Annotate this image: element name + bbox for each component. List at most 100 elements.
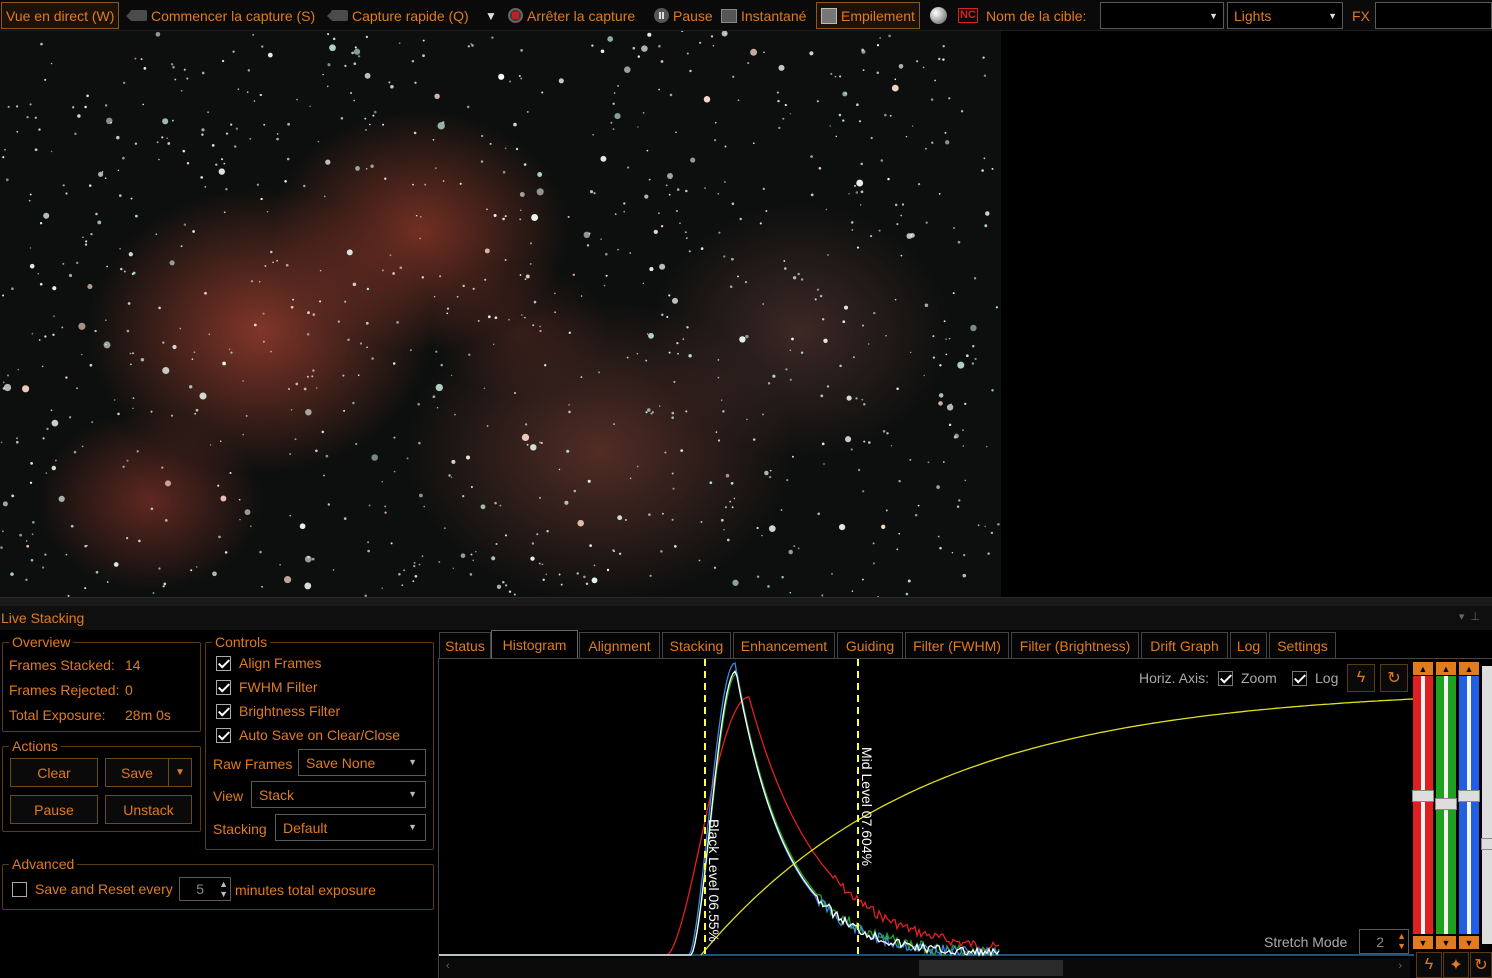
pin-icon[interactable]: ⊥ bbox=[1470, 611, 1486, 623]
scrollbar-thumb[interactable] bbox=[919, 960, 1063, 976]
tab-enhancement[interactable]: Enhancement bbox=[733, 632, 835, 658]
star bbox=[627, 166, 630, 169]
red-slider-thumb[interactable] bbox=[1412, 790, 1434, 802]
unstack-button[interactable]: Unstack bbox=[105, 795, 192, 824]
green-up-button[interactable]: ▲ bbox=[1436, 662, 1456, 675]
star bbox=[412, 183, 414, 186]
blue-slider-thumb[interactable] bbox=[1458, 790, 1480, 802]
tab-histogram[interactable]: Histogram bbox=[491, 630, 578, 659]
spinner-arrows-icon[interactable]: ▲ ▼ bbox=[1397, 931, 1406, 951]
scroll-left-icon[interactable]: ‹ bbox=[446, 960, 450, 972]
blue-slider[interactable] bbox=[1458, 676, 1480, 934]
star bbox=[84, 587, 87, 590]
scroll-right-icon[interactable]: › bbox=[1398, 960, 1402, 972]
star bbox=[876, 44, 880, 47]
view-mode-button[interactable] bbox=[930, 0, 951, 31]
spinner-arrows-icon[interactable]: ▲ ▼ bbox=[219, 879, 228, 899]
star bbox=[879, 36, 882, 39]
tab-guiding[interactable]: Guiding bbox=[837, 632, 903, 658]
pause-stacking-button[interactable]: Pause bbox=[10, 795, 98, 824]
zoom-checkbox[interactable]: Zoom bbox=[1218, 670, 1277, 686]
star bbox=[259, 550, 262, 554]
view-select[interactable]: Stack ▼ bbox=[251, 781, 426, 808]
tab-filter-brightness[interactable]: Filter (Brightness) bbox=[1011, 632, 1139, 658]
stop-capture-button[interactable]: Arrêter la capture bbox=[508, 0, 635, 31]
start-capture-button[interactable]: Commencer la capture (S) bbox=[126, 0, 315, 31]
star bbox=[409, 349, 412, 352]
star bbox=[533, 300, 537, 304]
quick-capture-button[interactable]: Capture rapide (Q) bbox=[327, 0, 469, 31]
image-viewer[interactable] bbox=[0, 31, 1001, 597]
star bbox=[65, 376, 68, 379]
stacking-mode-select[interactable]: Default ▼ bbox=[275, 814, 426, 841]
star bbox=[161, 466, 164, 469]
target-name-combo[interactable]: ▼ bbox=[1100, 2, 1224, 29]
blue-up-button[interactable]: ▲ bbox=[1459, 662, 1479, 675]
live-view-button[interactable]: Vue en direct (W) bbox=[1, 2, 120, 29]
nc-button[interactable]: NC bbox=[958, 0, 978, 31]
star bbox=[389, 254, 392, 257]
star-level-button[interactable]: ✦ bbox=[1443, 952, 1469, 978]
stretch-mode-spinbox[interactable]: 2 ▲ ▼ bbox=[1359, 929, 1409, 954]
save-reset-checkbox[interactable]: Save and Reset every bbox=[12, 881, 173, 897]
fx-input[interactable] bbox=[1375, 2, 1492, 29]
dropdown-icon[interactable]: ▾ bbox=[1459, 611, 1471, 623]
red-up-button[interactable]: ▲ bbox=[1413, 662, 1433, 675]
luminance-slider[interactable] bbox=[1481, 666, 1492, 944]
histogram-chart[interactable]: Black Level 06.55% Mid Level 07.604% bbox=[439, 659, 1492, 978]
histogram-scrollbar[interactable]: ‹ › bbox=[440, 958, 1410, 978]
tab-settings[interactable]: Settings bbox=[1269, 632, 1336, 658]
star bbox=[780, 509, 783, 511]
tab-status[interactable]: Status bbox=[439, 632, 491, 658]
brightness-filter-checkbox[interactable]: Brightness Filter bbox=[216, 703, 340, 719]
pause-button[interactable]: Pause bbox=[654, 0, 713, 31]
star bbox=[583, 575, 586, 579]
align-frames-checkbox[interactable]: Align Frames bbox=[216, 655, 321, 671]
star bbox=[73, 450, 77, 454]
tab-stacking[interactable]: Stacking bbox=[662, 632, 731, 658]
luminance-slider-thumb[interactable] bbox=[1481, 838, 1492, 850]
auto-stretch-button[interactable]: ϟ bbox=[1347, 664, 1375, 692]
green-down-button[interactable]: ▼ bbox=[1436, 936, 1456, 949]
frame-type-combo[interactable]: Lights ▼ bbox=[1227, 2, 1343, 29]
star bbox=[450, 374, 453, 377]
star bbox=[419, 237, 421, 240]
raw-frames-select[interactable]: Save None ▼ bbox=[298, 749, 426, 776]
blue-down-button[interactable]: ▼ bbox=[1459, 936, 1479, 949]
save-button[interactable]: Save bbox=[105, 758, 169, 787]
stacking-button[interactable]: Empilement bbox=[816, 2, 920, 29]
fwhm-filter-checkbox[interactable]: FWHM Filter bbox=[216, 679, 318, 695]
star bbox=[371, 454, 378, 461]
clear-button[interactable]: Clear bbox=[10, 758, 98, 787]
log-checkbox[interactable]: Log bbox=[1292, 670, 1338, 686]
star bbox=[962, 445, 965, 447]
quick-capture-dropdown[interactable]: ▼ bbox=[485, 0, 497, 31]
red-down-button[interactable]: ▼ bbox=[1413, 936, 1433, 949]
tab-drift-graph[interactable]: Drift Graph bbox=[1141, 632, 1228, 658]
save-options-button[interactable]: ▼ bbox=[168, 758, 192, 787]
star bbox=[823, 338, 828, 344]
dock-splitter[interactable] bbox=[0, 597, 1492, 606]
star bbox=[319, 300, 322, 303]
star bbox=[538, 496, 542, 499]
star bbox=[855, 191, 859, 194]
save-reset-suffix: minutes total exposure bbox=[235, 882, 376, 898]
save-reset-spinbox[interactable]: 5 ▲ ▼ bbox=[179, 877, 231, 901]
green-slider[interactable] bbox=[1435, 676, 1457, 934]
star bbox=[304, 582, 312, 590]
reset-stretch-button[interactable]: ↻ bbox=[1380, 664, 1408, 692]
star bbox=[942, 45, 945, 48]
green-slider-thumb[interactable] bbox=[1435, 798, 1457, 810]
tab-filter-fwhm[interactable]: Filter (FWHM) bbox=[905, 632, 1009, 658]
tab-log[interactable]: Log bbox=[1230, 632, 1267, 658]
star bbox=[138, 539, 141, 543]
tab-alignment[interactable]: Alignment bbox=[579, 632, 660, 658]
star bbox=[475, 550, 477, 553]
star bbox=[117, 412, 120, 416]
red-slider[interactable] bbox=[1412, 676, 1434, 934]
star bbox=[995, 306, 998, 309]
auto-level-button[interactable]: ϟ bbox=[1416, 952, 1442, 978]
snapshot-button[interactable]: Instantané bbox=[721, 0, 806, 31]
reset-level-button[interactable]: ↻ bbox=[1470, 952, 1492, 978]
auto-save-checkbox[interactable]: Auto Save on Clear/Close bbox=[216, 727, 400, 743]
